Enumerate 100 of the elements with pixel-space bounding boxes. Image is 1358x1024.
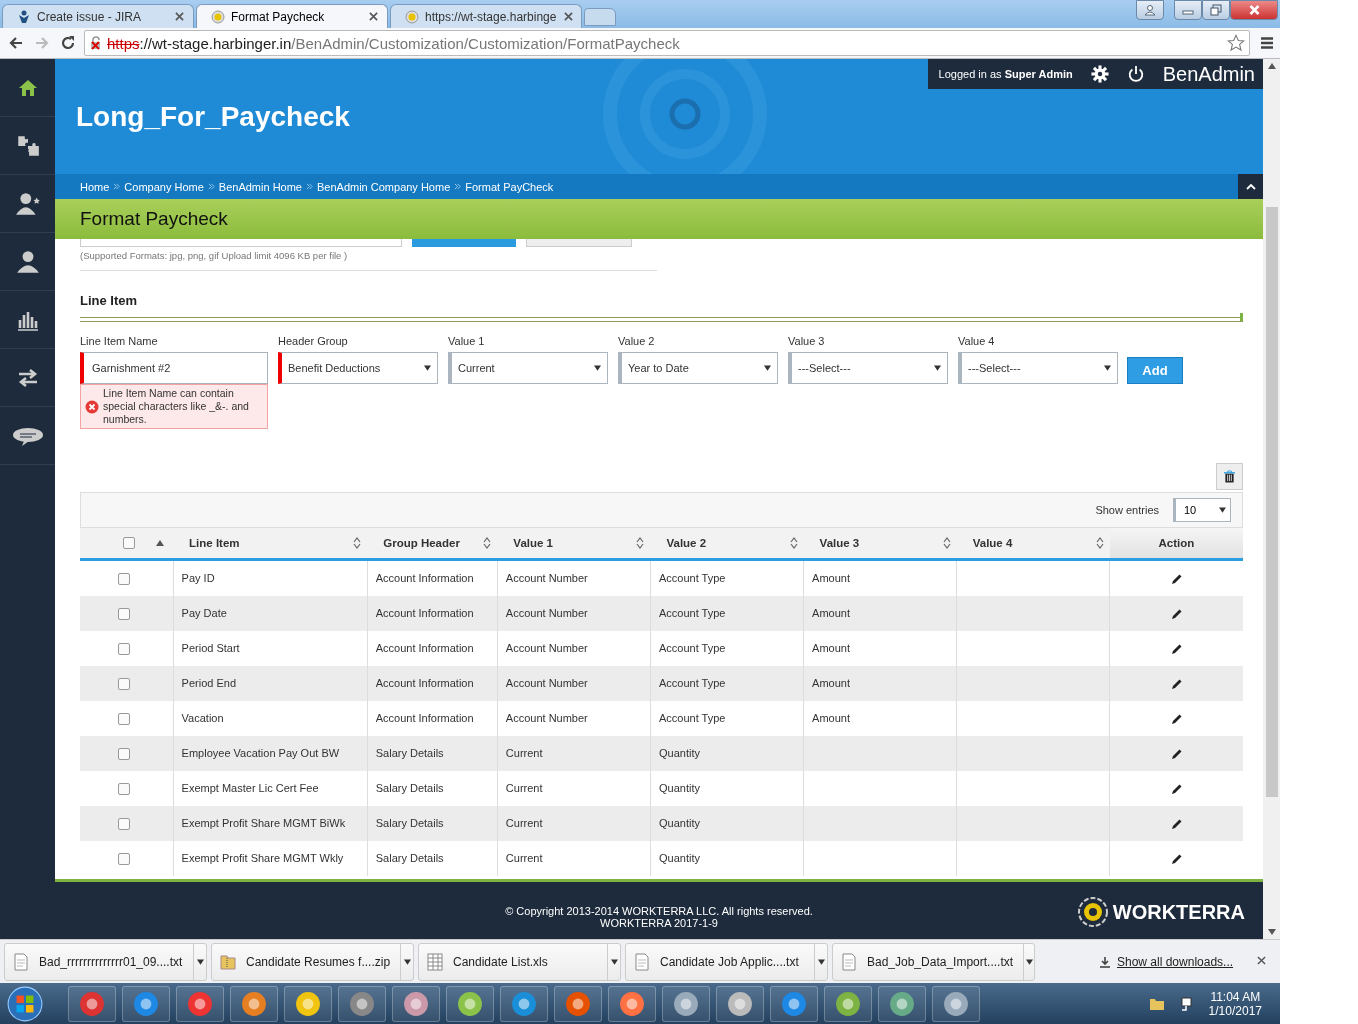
download-item[interactable]: Bad_Job_Data_Import....txt xyxy=(832,942,1035,981)
checkbox[interactable] xyxy=(118,642,130,655)
browser-tab[interactable]: Format Paycheck xyxy=(196,4,388,28)
breadcrumb-link[interactable]: BenAdmin Company Home xyxy=(317,180,451,193)
close-button[interactable] xyxy=(1230,0,1278,20)
star-icon[interactable] xyxy=(1227,34,1245,52)
collapse-button[interactable] xyxy=(1238,174,1263,199)
dropdown[interactable]: ---Select--- xyxy=(788,352,948,384)
edit-icon[interactable] xyxy=(1170,817,1183,830)
minimize-button[interactable] xyxy=(1174,0,1202,20)
delete-button[interactable] xyxy=(1216,463,1243,490)
user-icon[interactable] xyxy=(14,248,41,275)
close-icon[interactable] xyxy=(1257,956,1266,965)
caret-icon[interactable] xyxy=(814,943,827,980)
download-item[interactable]: Candidate Job Applic....txt xyxy=(625,942,828,981)
caret-icon[interactable] xyxy=(1023,943,1034,980)
checkbox[interactable] xyxy=(118,607,130,620)
column-header[interactable]: Value 2 xyxy=(650,528,804,559)
taskbar-app-icon[interactable] xyxy=(338,985,386,1022)
home-icon[interactable] xyxy=(17,77,38,98)
scroll-down-icon[interactable] xyxy=(1267,929,1276,935)
caret-icon[interactable] xyxy=(607,943,620,980)
taskbar-app-icon[interactable] xyxy=(284,985,332,1022)
column-header[interactable]: Value 1 xyxy=(497,528,651,559)
checkbox[interactable] xyxy=(118,852,130,865)
table-cell: Account Type xyxy=(658,572,726,584)
edit-icon[interactable] xyxy=(1170,677,1183,690)
chat-icon[interactable] xyxy=(11,425,44,446)
reload-icon[interactable] xyxy=(60,35,76,51)
taskbar-app-icon[interactable] xyxy=(608,985,656,1022)
edit-icon[interactable] xyxy=(1170,747,1183,760)
taskbar-app-icon[interactable] xyxy=(68,985,116,1022)
checkbox[interactable] xyxy=(118,747,130,760)
close-icon[interactable] xyxy=(367,10,379,23)
scrollbar[interactable] xyxy=(1263,59,1280,939)
edit-icon[interactable] xyxy=(1170,607,1183,620)
download-item[interactable]: Candidate Resumes f....zip xyxy=(211,942,414,981)
browser-tab[interactable]: Create issue - JIRA xyxy=(2,4,194,28)
taskbar-app-icon[interactable] xyxy=(932,985,980,1022)
checkbox[interactable] xyxy=(118,817,130,830)
scroll-up-icon[interactable] xyxy=(1267,63,1276,69)
caret-icon[interactable] xyxy=(193,943,206,980)
breadcrumb-link[interactable]: Format PayCheck xyxy=(465,180,554,193)
checkbox[interactable] xyxy=(118,782,130,795)
column-header[interactable]: Value 4 xyxy=(956,528,1110,559)
column-header[interactable]: Value 3 xyxy=(803,528,957,559)
clock-time[interactable]: 11:04 AM xyxy=(1210,989,1261,1004)
taskbar-app-icon[interactable] xyxy=(122,985,170,1022)
show-all-downloads-link[interactable]: Show all downloads... xyxy=(1117,954,1234,969)
person-icon xyxy=(17,9,31,24)
dropdown[interactable]: Benefit Deductions xyxy=(278,352,438,384)
checkbox[interactable] xyxy=(123,537,135,550)
edit-icon[interactable] xyxy=(1170,852,1183,865)
caret-icon[interactable] xyxy=(400,943,413,980)
taskbar-app-icon[interactable] xyxy=(770,985,818,1022)
close-icon[interactable] xyxy=(173,10,185,23)
breadcrumb-link[interactable]: Company Home xyxy=(124,180,204,193)
edit-icon[interactable] xyxy=(1170,712,1183,725)
page-size-dropdown[interactable]: 10 xyxy=(1173,498,1231,522)
taskbar-app-icon[interactable] xyxy=(824,985,872,1022)
settings-icon[interactable] xyxy=(1090,65,1109,83)
taskbar-app-icon[interactable] xyxy=(446,985,494,1022)
column-header[interactable]: Group Header xyxy=(367,528,498,559)
checkbox[interactable] xyxy=(118,677,130,690)
power-icon[interactable] xyxy=(1126,65,1145,83)
address-bar[interactable]: https://wt-stage.harbinger.in/BenAdmin/Customization/Customization/FormatPaycheck xyxy=(84,30,1250,56)
menu-icon[interactable] xyxy=(1260,36,1274,50)
close-icon[interactable] xyxy=(562,10,575,23)
edit-icon[interactable] xyxy=(1170,572,1183,585)
upload-field[interactable] xyxy=(80,239,402,247)
table-cell: Account Number xyxy=(505,677,588,689)
checkbox[interactable] xyxy=(118,572,130,585)
taskbar-app-icon[interactable] xyxy=(662,985,710,1022)
breadcrumb-link[interactable]: Home xyxy=(80,180,110,193)
dropdown[interactable]: Year to Date xyxy=(618,352,778,384)
download-item[interactable]: Candidate List.xls xyxy=(418,942,621,981)
table-cell: Salary Details xyxy=(375,782,444,794)
back-icon[interactable] xyxy=(8,35,24,51)
taskbar-app-icon[interactable] xyxy=(554,985,602,1022)
clock-date[interactable]: 1/10/2017 xyxy=(1208,1003,1262,1018)
download-item[interactable]: Bad_rrrrrrrrrrrrrr01_09....txt xyxy=(4,942,207,981)
taskbar-app-icon[interactable] xyxy=(176,985,224,1022)
sort-icon xyxy=(636,537,645,549)
dropdown[interactable]: ---Select--- xyxy=(958,352,1118,384)
taskbar-app-icon[interactable] xyxy=(230,985,278,1022)
user-button[interactable] xyxy=(1136,0,1164,20)
taskbar-app-icon[interactable] xyxy=(392,985,440,1022)
network-icon[interactable] xyxy=(1178,995,1195,1012)
taskbar-app-icon[interactable] xyxy=(878,985,926,1022)
checkbox[interactable] xyxy=(118,712,130,725)
browser-tab[interactable]: https://wt-stage.harbinge xyxy=(390,4,582,28)
edit-icon[interactable] xyxy=(1170,642,1183,655)
taskbar-app-icon[interactable] xyxy=(716,985,764,1022)
breadcrumb-link[interactable]: BenAdmin Home xyxy=(218,180,302,193)
edit-icon[interactable] xyxy=(1170,782,1183,795)
taskbar-app-icon[interactable] xyxy=(500,985,548,1022)
user-star-icon[interactable] xyxy=(14,190,41,217)
start-button[interactable] xyxy=(6,984,44,1023)
dropdown[interactable]: Current xyxy=(448,352,608,384)
maximize-button[interactable] xyxy=(1202,0,1230,20)
